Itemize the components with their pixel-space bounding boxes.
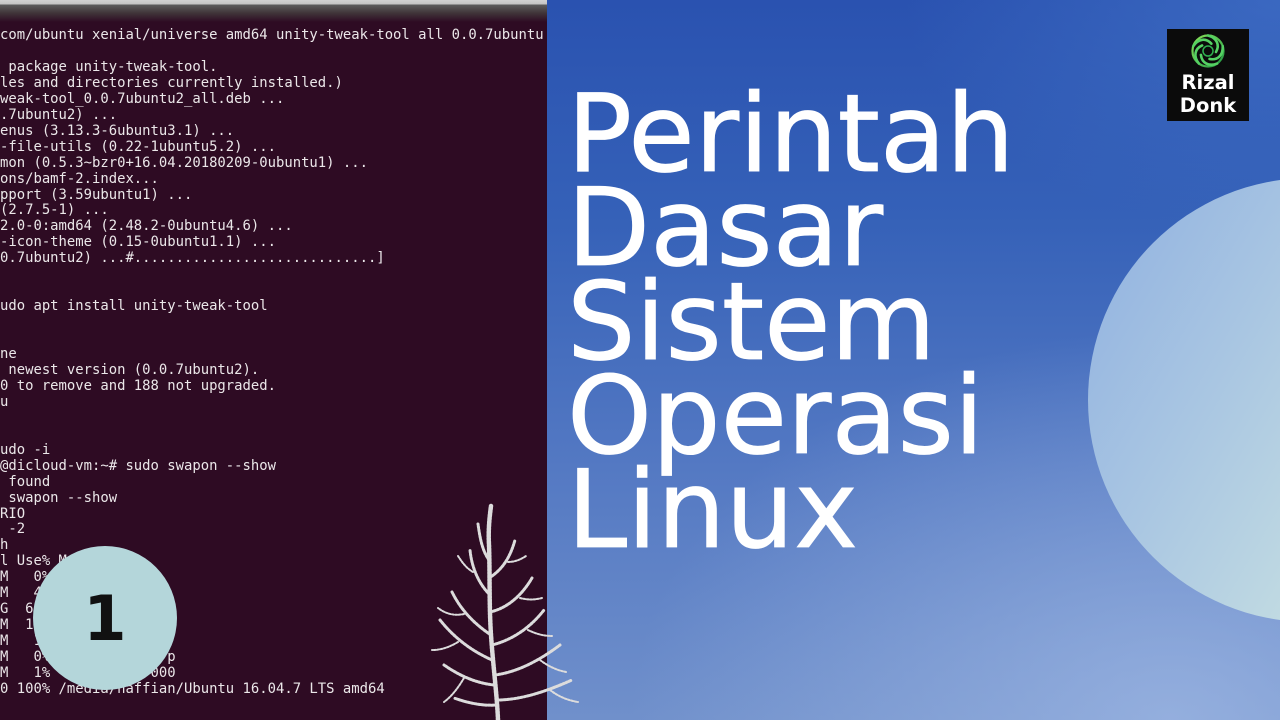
terminal-line: u: [0, 393, 9, 410]
coral-branch: [452, 696, 499, 707]
terminal-line: mon (0.5.3~bzr0+16.04.20180209-0ubuntu1)…: [0, 154, 368, 171]
coral-branch: [450, 590, 493, 637]
headline: Perintah Dasar Sistem Operasi Linux: [567, 80, 1015, 565]
terminal-line: ons/bamf-2.index...: [0, 170, 159, 187]
coral-branch: [490, 608, 546, 647]
episode-number: 1: [83, 581, 127, 655]
coral-branch: [507, 555, 527, 563]
terminal-line: h: [0, 537, 9, 554]
coral-branch: [442, 663, 496, 687]
terminal-line: 2.0-0:amd64 (2.48.2-0ubuntu4.6) ...: [0, 218, 293, 235]
coral-branch: [493, 643, 562, 677]
episode-number-badge: 1: [33, 546, 177, 690]
terminal-line: RIO: [0, 505, 26, 522]
coral-branch: [527, 629, 553, 637]
terminal-line: swapon --show: [0, 489, 118, 506]
terminal-line: 0.7ubuntu2) ...#........................…: [0, 250, 385, 267]
terminal-line: G 6: [0, 601, 34, 618]
coral-branch: [549, 689, 579, 703]
terminal-line: -icon-theme (0.15-0ubuntu1.1) ...: [0, 234, 276, 251]
coral-illustration: [431, 503, 579, 720]
terminal-title-bar: [0, 0, 547, 22]
coral-branch: [519, 597, 543, 601]
terminal-line: udo -i: [0, 441, 51, 458]
terminal-line: enus (3.13.3-6ubuntu3.1) ...: [0, 122, 235, 139]
terminal-line: (2.7.5-1) ...: [0, 202, 109, 219]
terminal-line: udo apt install unity-tweak-tool: [0, 298, 268, 315]
terminal-line: 0 to remove and 188 not upgraded.: [0, 377, 276, 394]
brand-logo: Rizal Donk: [1167, 29, 1249, 121]
logo-name-line1: Rizal: [1181, 71, 1235, 94]
terminal-line: package unity-tweak-tool.: [0, 58, 218, 75]
thumbnail: com/ubuntu xenial/universe amd64 unity-t…: [0, 0, 1280, 720]
coral-branch: [539, 659, 567, 673]
terminal-line: les and directories currently installed.…: [0, 74, 343, 91]
terminal-line: ne: [0, 346, 17, 362]
terminal-line: @dicloud-vm:~# sudo swapon --show: [0, 457, 276, 474]
terminal-line: -file-utils (0.22-1ubuntu5.2) ...: [0, 138, 276, 155]
coral-branch: [438, 618, 494, 662]
terminal-line: found: [0, 473, 51, 490]
terminal-line: .7ubuntu2) ...: [0, 106, 118, 123]
coral-branch: [487, 538, 517, 580]
terminal-line: newest version (0.0.7ubuntu2).: [0, 361, 260, 378]
swirl-icon: [1191, 34, 1225, 68]
terminal-line: com/ubuntu xenial/universe amd64 unity-t…: [0, 27, 544, 43]
terminal-line: 0 100% /media/naffian/Ubuntu 16.04.7 LTS…: [0, 680, 385, 697]
terminal-line: -2: [0, 521, 26, 538]
terminal-line: weak-tool_0.0.7ubuntu2_all.deb ...: [0, 90, 285, 107]
light-circle-decoration: [1088, 178, 1280, 622]
coral-branch: [437, 607, 465, 616]
coral-branch: [431, 641, 459, 651]
terminal-line: pport (3.59ubuntu1) ...: [0, 186, 193, 203]
terminal-line: M 1: [0, 617, 34, 634]
coral-branch: [488, 576, 534, 614]
logo-name-line2: Donk: [1179, 94, 1237, 117]
